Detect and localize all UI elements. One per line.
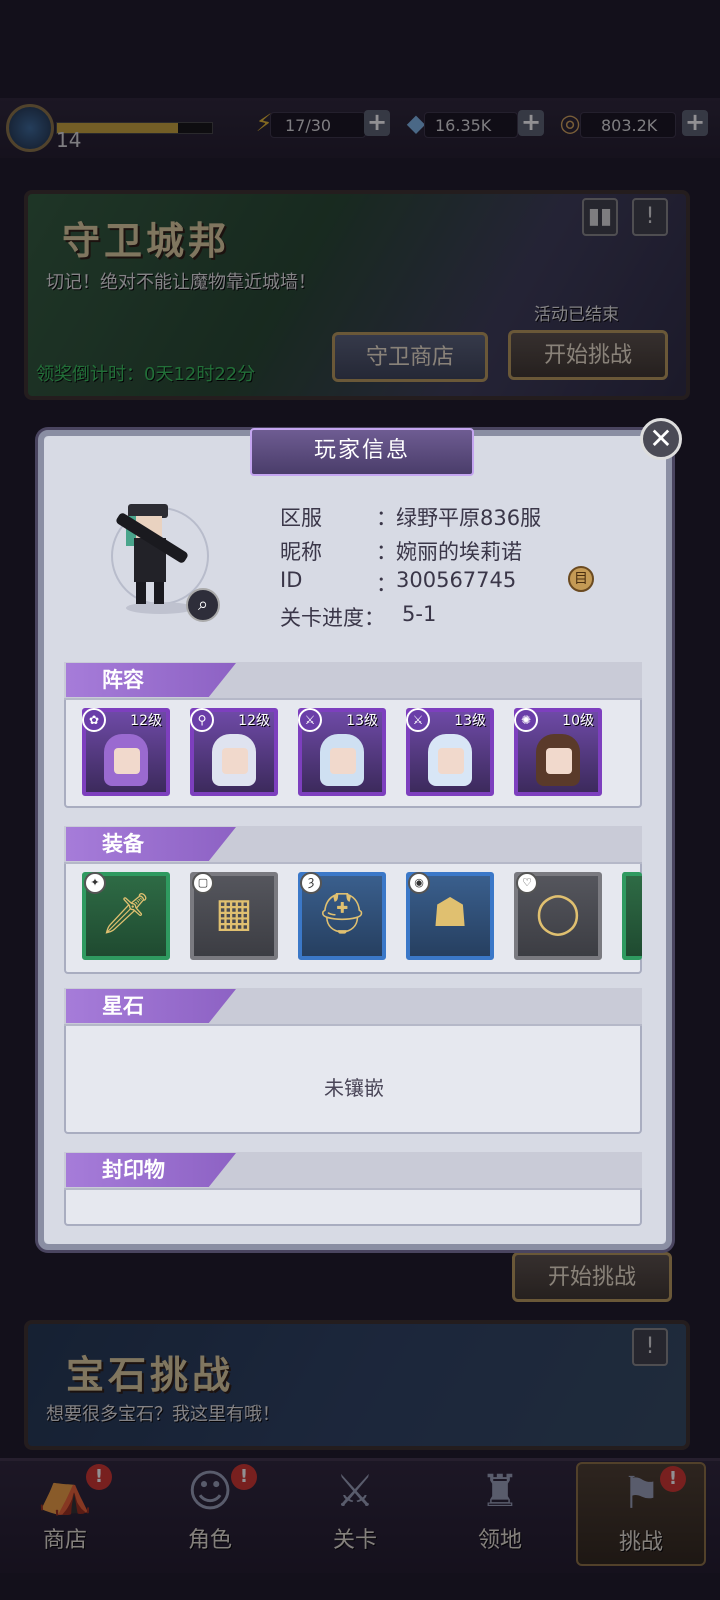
starstone-empty-text: 未镶嵌 (324, 1076, 384, 1100)
hero-portrait[interactable]: 13级 ⚔ (298, 708, 386, 796)
info-value: 5-1 (402, 602, 437, 626)
hero-face (438, 748, 464, 774)
info-colon: ： (376, 506, 397, 530)
equipment-slot-icon: ◉ (408, 872, 430, 894)
equipment-slot[interactable]: 🗡 ✦ (82, 872, 170, 960)
equipment-slot-icon: ▢ (192, 872, 214, 894)
hero-portrait[interactable]: 12级 ⚲ (190, 708, 278, 796)
equipment-slot-partial[interactable] (622, 872, 642, 960)
equipment-item-icon: ⛑ (316, 891, 368, 937)
equipment-slot[interactable]: ☗ ◉ (406, 872, 494, 960)
magnifier-icon[interactable]: ⌕ (186, 588, 220, 622)
equipment-item-icon: ☗ (432, 890, 468, 936)
hero-portrait[interactable]: 13级 ⚔ (406, 708, 494, 796)
info-label: ID (280, 568, 303, 592)
equipment-slot-icon: Ȝ (300, 872, 322, 894)
starstone-tab: 星石 (66, 989, 236, 1023)
info-value: 300567745 (396, 568, 517, 592)
hero-level: 10级 (562, 713, 594, 729)
hero-class-icon: ⚲ (190, 708, 214, 732)
info-label: 区服 (280, 506, 322, 530)
lineup-tab: 阵容 (66, 663, 236, 697)
hero-face (546, 748, 572, 774)
hero-level: 13级 (346, 713, 378, 729)
equipment-item-icon: 🗡 (100, 891, 152, 937)
equipment-item-icon: ◯ (535, 890, 581, 936)
hero-class-icon: ✺ (514, 708, 538, 732)
equipment-slot[interactable]: ⛑ Ȝ (298, 872, 386, 960)
info-label: 关卡进度： (280, 606, 385, 630)
hero-level: 12级 (130, 713, 162, 729)
close-button[interactable]: ✕ (640, 418, 682, 460)
equipment-item-icon: ▦ (215, 890, 253, 936)
hero-class-icon: ⚔ (298, 708, 322, 732)
hero-portrait[interactable]: 12级 ✿ (82, 708, 170, 796)
info-value: 婉丽的埃莉诺 (396, 540, 522, 564)
info-colon: ： (376, 540, 397, 564)
hero-class-icon: ⚔ (406, 708, 430, 732)
avatar-leg (136, 582, 146, 604)
hero-portrait[interactable]: 10级 ✺ (514, 708, 602, 796)
equipment-slot-icon: ✦ (84, 872, 106, 894)
hero-level: 12级 (238, 713, 270, 729)
copy-id-icon[interactable]: 目 (568, 566, 594, 592)
hero-class-icon: ✿ (82, 708, 106, 732)
seal-tab: 封印物 (66, 1153, 236, 1187)
info-colon: ： (376, 572, 397, 596)
hero-face (330, 748, 356, 774)
avatar-hat (128, 504, 168, 518)
equipment-slot-icon: ♡ (516, 872, 538, 894)
modal-title: 玩家信息 (250, 428, 474, 476)
equipment-slot[interactable]: ▦ ▢ (190, 872, 278, 960)
info-label: 昵称 (280, 540, 322, 564)
hero-face (222, 748, 248, 774)
avatar-leg (154, 582, 164, 604)
info-value: 绿野平原836服 (396, 506, 542, 530)
hero-level: 13级 (454, 713, 486, 729)
equipment-slot[interactable]: ◯ ♡ (514, 872, 602, 960)
equipment-tab: 装备 (66, 827, 236, 861)
hero-face (114, 748, 140, 774)
